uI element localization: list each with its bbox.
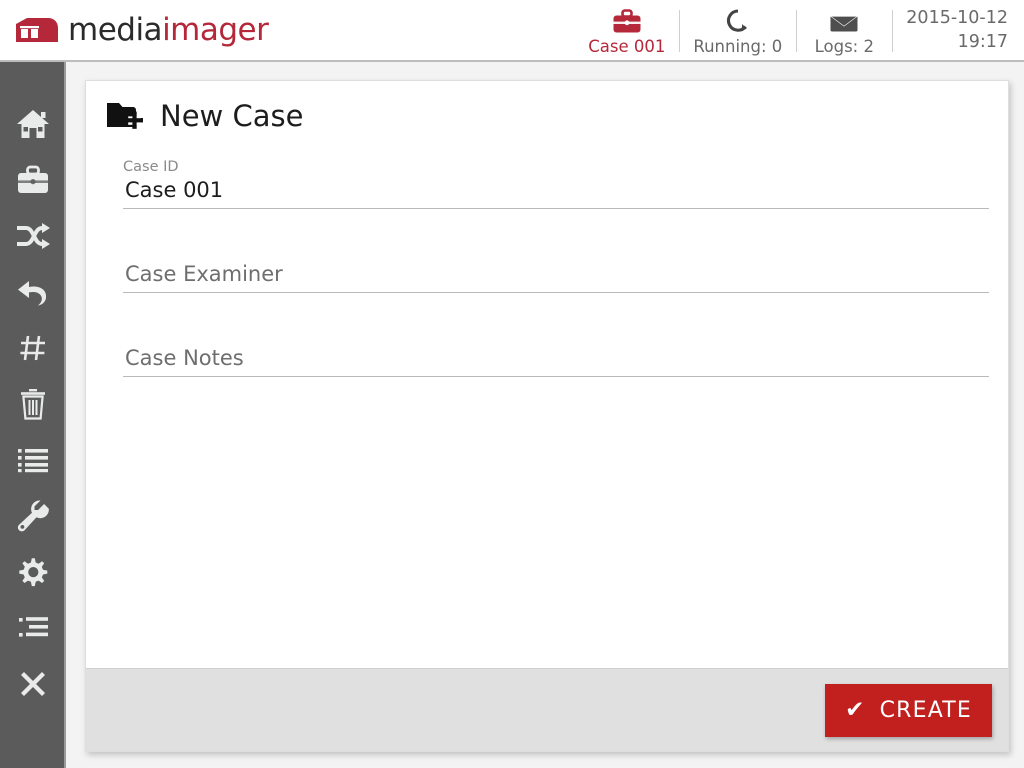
- list-icon: [17, 447, 49, 473]
- task-list-icon: [17, 615, 49, 641]
- trash-icon: [18, 388, 48, 420]
- new-case-form: New Case Case ID Case Examiner Case Note…: [86, 81, 1008, 668]
- header-case-label: Case 001: [588, 36, 666, 56]
- case-notes-field: Case Notes: [123, 345, 989, 377]
- header-date: 2015-10-12: [906, 8, 1008, 29]
- app-window: mediaimager Case 001 Running: 0 Logs: 2 …: [0, 0, 1024, 768]
- new-case-panel: New Case Case ID Case Examiner Case Note…: [85, 80, 1009, 752]
- sidebar-item-restore[interactable]: [0, 264, 66, 320]
- case-id-field: Case ID: [123, 157, 989, 209]
- logo-text-media: media: [68, 12, 163, 48]
- wrench-icon: [17, 500, 49, 532]
- sidebar-item-tools[interactable]: [0, 488, 66, 544]
- panel-footer: ✔ CREATE: [86, 668, 1008, 751]
- page-title-text: New Case: [160, 99, 304, 133]
- sidebar: [0, 62, 66, 768]
- create-button[interactable]: ✔ CREATE: [825, 683, 992, 737]
- header-running-indicator[interactable]: Running: 0: [679, 0, 796, 62]
- shuffle-icon: [15, 222, 51, 250]
- case-id-input[interactable]: [123, 177, 989, 209]
- folder-plus-icon: [106, 99, 146, 133]
- sidebar-item-transfer[interactable]: [0, 208, 66, 264]
- check-icon: ✔: [845, 696, 866, 723]
- sidebar-item-exit[interactable]: [0, 656, 66, 712]
- sidebar-item-list[interactable]: [0, 432, 66, 488]
- app-header: mediaimager Case 001 Running: 0 Logs: 2 …: [0, 0, 1024, 62]
- home-icon: [16, 108, 50, 140]
- gear-icon: [17, 556, 49, 588]
- hash-icon: [18, 333, 48, 363]
- sidebar-item-cases[interactable]: [0, 152, 66, 208]
- main-content: New Case Case ID Case Examiner Case Note…: [68, 62, 1024, 768]
- logo-text-imager: imager: [162, 12, 269, 48]
- logo-text: mediaimager: [68, 12, 269, 48]
- case-notes-input[interactable]: [123, 345, 989, 377]
- create-button-label: CREATE: [879, 697, 972, 723]
- case-examiner-field: Case Examiner: [123, 261, 989, 293]
- refresh-icon: [724, 7, 752, 35]
- logo-mark-icon: [14, 16, 60, 44]
- undo-icon: [16, 277, 50, 307]
- page-title: New Case: [106, 99, 988, 133]
- sidebar-item-home[interactable]: [0, 96, 66, 152]
- app-logo: mediaimager: [14, 0, 269, 61]
- header-logs-indicator[interactable]: Logs: 2: [796, 0, 892, 62]
- sidebar-item-tasks[interactable]: [0, 600, 66, 656]
- envelope-icon: [829, 7, 859, 35]
- case-examiner-input[interactable]: [123, 261, 989, 293]
- close-icon: [17, 668, 49, 700]
- header-status-group: Case 001 Running: 0 Logs: 2 2015-10-12 1…: [574, 0, 1024, 62]
- header-logs-label: Logs: 2: [814, 36, 874, 56]
- briefcase-icon: [16, 165, 50, 195]
- sidebar-item-hash[interactable]: [0, 320, 66, 376]
- briefcase-icon: [612, 7, 642, 35]
- sidebar-item-wipe[interactable]: [0, 376, 66, 432]
- header-time: 19:17: [957, 32, 1008, 52]
- header-case-indicator[interactable]: Case 001: [574, 0, 679, 62]
- case-id-label: Case ID: [123, 159, 179, 175]
- header-datetime: 2015-10-12 19:17: [892, 0, 1024, 62]
- header-running-label: Running: 0: [693, 36, 783, 56]
- sidebar-item-settings[interactable]: [0, 544, 66, 600]
